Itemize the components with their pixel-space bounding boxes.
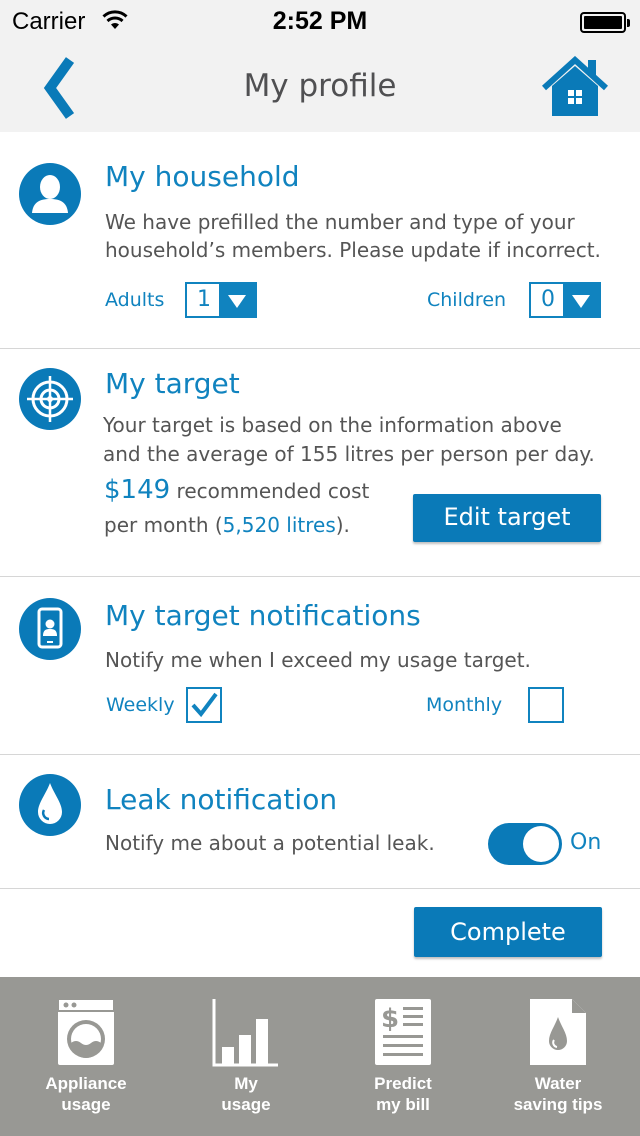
washing-machine-icon	[57, 998, 115, 1065]
household-description-line-2: household’s members. Please update if in…	[105, 238, 601, 262]
children-value: 0	[541, 287, 555, 312]
tab-label: Water saving tips	[513, 1074, 603, 1114]
target-litres: 5,520 litres	[222, 513, 336, 537]
home-button[interactable]	[541, 55, 609, 118]
chevron-down-icon	[563, 284, 599, 316]
weekly-checkbox[interactable]	[186, 687, 222, 723]
tab-label: Appliance usage	[45, 1074, 127, 1114]
leak-toggle-label: On	[570, 830, 602, 855]
svg-text:$: $	[381, 1004, 399, 1034]
complete-button[interactable]: Complete	[414, 907, 602, 957]
household-title: My household	[105, 160, 300, 193]
household-description-line-1: We have prefilled the number and type of…	[105, 210, 575, 234]
bar-chart-icon	[212, 999, 278, 1067]
monthly-litres: per month (5,520 litres).	[104, 513, 350, 537]
target-description-line-2: and the average of 155 litres per person…	[103, 442, 595, 466]
leak-description: Notify me about a potential leak.	[105, 831, 435, 855]
bill-icon: $	[375, 999, 431, 1065]
recommended-cost-label: recommended cost	[170, 479, 370, 503]
leak-title: Leak notification	[105, 783, 338, 816]
notifications-section: My target notifications Notify me when I…	[0, 577, 640, 755]
edit-target-button[interactable]: Edit target	[413, 494, 601, 542]
monthly-label: Monthly	[426, 694, 503, 716]
water-tips-icon	[530, 999, 586, 1065]
target-title: My target	[105, 367, 240, 400]
mobile-phone-icon	[19, 598, 81, 660]
nav-bar: My profile	[0, 44, 640, 132]
target-section: My target Your target is based on the in…	[0, 349, 640, 577]
notifications-description: Notify me when I exceed my usage target.	[105, 648, 531, 672]
target-amount: $149	[104, 475, 171, 505]
status-bar: Carrier 2:52 PM	[0, 0, 640, 44]
adults-value: 1	[197, 287, 211, 312]
home-icon	[541, 55, 609, 116]
tab-water-saving-tips[interactable]: Water saving tips	[478, 977, 638, 1136]
tab-label: My usage	[221, 1074, 271, 1114]
per-month-label: per month (	[104, 513, 223, 537]
children-dropdown[interactable]: 0	[529, 282, 601, 318]
tab-appliance-usage[interactable]: Appliance usage	[6, 977, 166, 1136]
leak-toggle[interactable]	[488, 823, 562, 865]
per-month-end: ).	[335, 513, 350, 537]
target-description-line-1: Your target is based on the information …	[103, 413, 562, 437]
adults-label: Adults	[105, 289, 165, 311]
adults-dropdown[interactable]: 1	[185, 282, 257, 318]
chevron-down-icon	[219, 284, 255, 316]
leak-section: Leak notification Notify me about a pote…	[0, 755, 640, 889]
household-section: My household We have prefilled the numbe…	[0, 132, 640, 349]
person-icon	[19, 163, 81, 225]
children-label: Children	[427, 289, 507, 311]
battery-icon	[580, 12, 630, 33]
tab-predict-my-bill[interactable]: $ Predict my bill	[323, 977, 483, 1136]
recommended-cost: $149 recommended cost	[104, 475, 369, 505]
notifications-title: My target notifications	[105, 599, 421, 632]
weekly-label: Weekly	[106, 694, 175, 716]
water-drop-icon	[19, 774, 81, 836]
monthly-checkbox[interactable]	[528, 687, 564, 723]
clock: 2:52 PM	[272, 7, 368, 35]
checkmark-icon	[191, 692, 218, 718]
tab-label: Predict my bill	[374, 1074, 432, 1114]
tab-my-usage[interactable]: My usage	[166, 977, 326, 1136]
tab-bar: Appliance usage My usage $ Predict my bill	[0, 977, 640, 1136]
target-icon	[19, 368, 81, 430]
